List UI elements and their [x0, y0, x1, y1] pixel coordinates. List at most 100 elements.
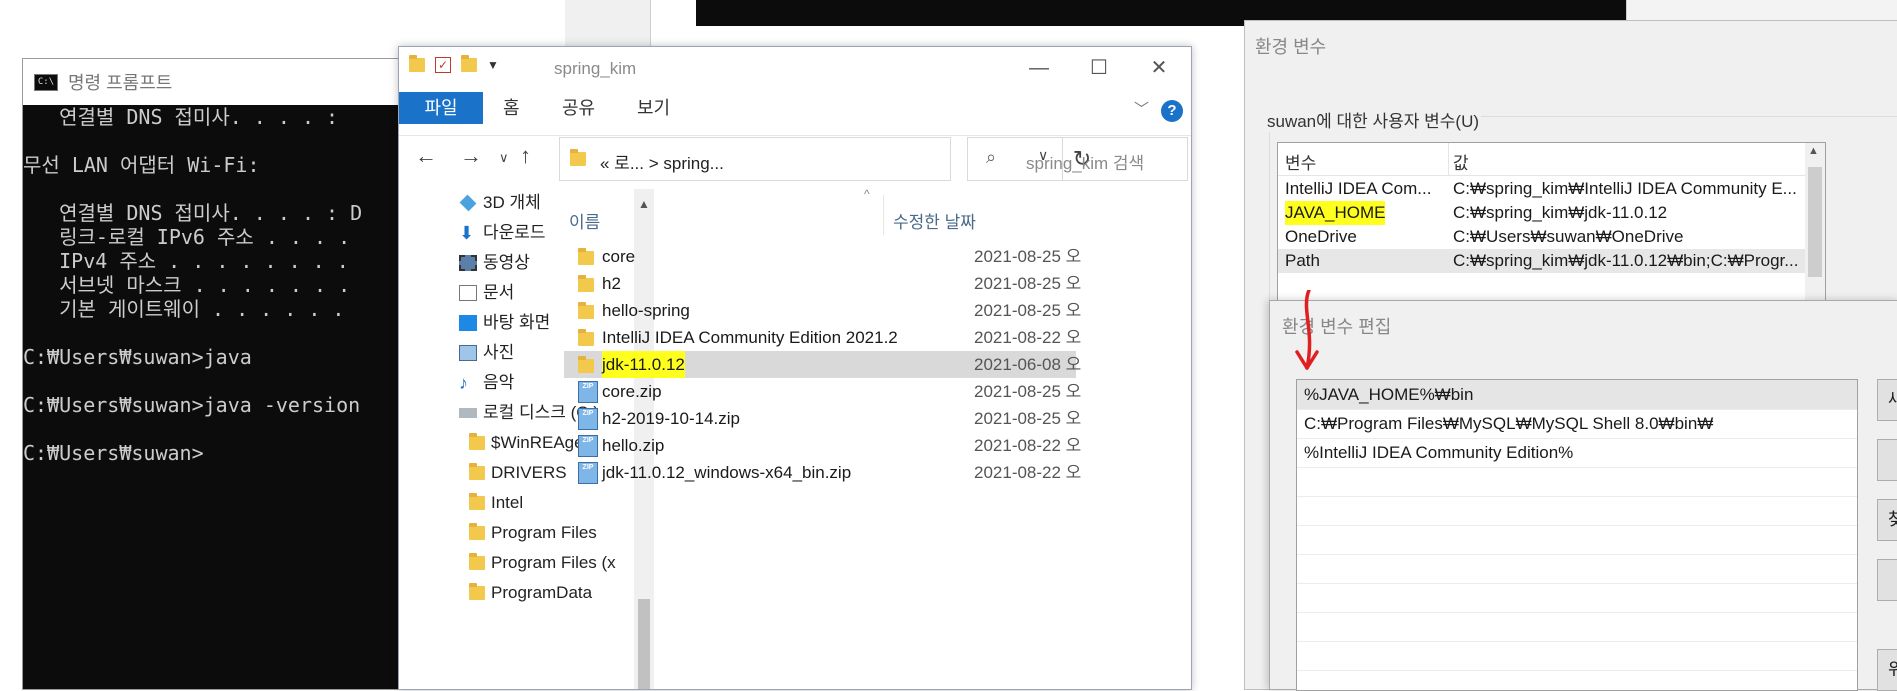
file-row[interactable]: h2 2021-08-25 오 [564, 270, 1081, 297]
file-row[interactable]: IntelliJ IDEA Community Edition 2021.2 20… [564, 324, 1081, 351]
column-header-name[interactable]: 이름 [569, 208, 600, 233]
explorer-titlebar[interactable]: ✓ ▼ spring_kim — ☐ ✕ [399, 47, 1191, 91]
list-item[interactable]: %IntelliJ IDEA Community Edition% [1297, 438, 1857, 468]
file-row[interactable]: ZIP h2-2019-10-14.zip 2021-08-25 오 [564, 405, 1081, 432]
console-line: C:₩Users₩suwan>java -version [23, 393, 361, 417]
customize-toolbar-chevron-icon[interactable]: ▼ [487, 58, 499, 72]
nav-item-3d-objects[interactable]: 3D 개체 [459, 189, 541, 217]
nav-item-folder[interactable]: Program Files [469, 519, 597, 547]
nav-item-pictures[interactable]: 사진 [459, 339, 514, 367]
tab-home[interactable]: 홈 [503, 92, 520, 124]
table-row[interactable]: IntelliJ IDEA Com... C:₩spring_kim₩Intell… [1278, 177, 1805, 201]
column-header-value[interactable]: 값 [1453, 149, 1469, 174]
file-row[interactable]: ZIP jdk-11.0.12_windows-x64_bin.zip 2021-0… [564, 459, 1081, 486]
list-item-empty[interactable] [1297, 641, 1857, 671]
nav-item-folder[interactable]: ProgramData [469, 579, 592, 607]
recent-locations-chevron-icon[interactable]: ∨ [499, 150, 509, 166]
back-arrow-icon[interactable]: ← [415, 143, 437, 169]
list-item-empty[interactable] [1297, 525, 1857, 555]
search-box[interactable]: ⌕ spring_kim 검색 [967, 137, 1188, 181]
address-bar[interactable]: « 로... > spring... ∨ ↻ [559, 137, 1091, 181]
download-icon: ⬇ [459, 223, 475, 243]
column-separator[interactable] [1448, 143, 1449, 175]
nav-item-folder[interactable]: Program Files (x [469, 549, 616, 577]
list-item-empty[interactable] [1297, 467, 1857, 497]
file-name: h2 [602, 274, 621, 293]
nav-item-folder[interactable]: DRIVERS [469, 459, 567, 487]
expand-ribbon-chevron-icon[interactable]: ﹀ [1134, 98, 1149, 119]
nav-item-music[interactable]: ♪ 음악 [459, 369, 514, 397]
cmd-titlebar[interactable]: C:\ 명령 프롬프트 [23, 59, 405, 105]
help-icon[interactable]: ? [1161, 100, 1183, 122]
folder-icon [469, 493, 485, 510]
var-value: C:₩spring_kim₩IntelliJ IDEA Community E.… [1453, 179, 1797, 198]
nav-item-documents[interactable]: 문서 [459, 279, 514, 307]
table-scrollbar-thumb[interactable] [1808, 167, 1822, 277]
file-row[interactable]: ZIP core.zip 2021-08-25 오 [564, 378, 1081, 405]
forward-arrow-icon[interactable]: → [460, 143, 482, 169]
list-item-empty[interactable] [1297, 583, 1857, 613]
cmd-console[interactable]: 연결별 DNS 접미사. . . . : 무선 LAN 어댑터 Wi-Fi: 연… [23, 105, 405, 689]
console-line: C:₩Users₩suwan>java [23, 345, 252, 369]
breadcrumb[interactable]: « 로... > spring... [600, 149, 724, 174]
file-row[interactable]: hello-spring 2021-08-25 오 [564, 297, 1081, 324]
cmd-title: 명령 프롬프트 [68, 73, 173, 93]
path-entry: %IntelliJ IDEA Community Edition% [1304, 443, 1574, 462]
file-row[interactable]: ZIP hello.zip 2021-08-22 오 [564, 432, 1081, 459]
list-item-empty[interactable] [1297, 496, 1857, 526]
tab-file[interactable]: 파일 [399, 92, 483, 124]
delete-button[interactable] [1877, 559, 1897, 601]
list-item[interactable]: C:₩Program Files₩MySQL₩MySQL Shell 8.0₩b… [1297, 409, 1857, 439]
nav-scrollbar-thumb[interactable] [638, 599, 650, 689]
nav-label: DRIVERS [491, 463, 567, 482]
background-window-right [1626, 0, 1897, 22]
column-separator[interactable] [883, 195, 884, 235]
maximize-button[interactable]: ☐ [1079, 55, 1119, 81]
edit-env-var-dialog[interactable]: 환경 변수 편집 %JAVA_HOME%₩bin C:₩Program File… [1269, 300, 1897, 691]
minimize-button[interactable]: — [1019, 55, 1059, 81]
file-name: hello-spring [602, 301, 690, 320]
scroll-up-icon[interactable]: ▲ [1808, 145, 1819, 157]
properties-icon[interactable]: ✓ [435, 57, 451, 73]
nav-item-downloads[interactable]: ⬇ 다운로드 [459, 219, 546, 247]
file-row-selected[interactable]: jdk-11.0.12 2021-06-08 오 [564, 351, 1081, 378]
folder-icon [469, 433, 485, 450]
scroll-up-icon[interactable]: ▲ [638, 197, 650, 211]
table-row[interactable]: OneDrive C:₩Users₩suwan₩OneDrive [1278, 225, 1805, 249]
browse-button[interactable]: 찾 [1877, 499, 1897, 541]
folder-icon [469, 463, 485, 480]
search-input[interactable]: spring_kim 검색 [1026, 149, 1144, 174]
nav-item-videos[interactable]: 동영상 [459, 249, 530, 277]
new-button[interactable]: 새 [1877, 379, 1897, 421]
up-arrow-icon[interactable]: ↑ [520, 143, 531, 169]
nav-label: 음악 [483, 373, 515, 392]
column-header-variable[interactable]: 변수 [1285, 149, 1316, 174]
zip-icon: ZIP [578, 381, 598, 403]
list-item-empty[interactable] [1297, 554, 1857, 584]
new-folder-icon[interactable] [461, 55, 477, 72]
sort-ascending-icon: ^ [864, 187, 870, 201]
file-date: 2021-08-25 오 [974, 409, 1082, 428]
tab-share[interactable]: 공유 [562, 92, 595, 124]
column-header-date[interactable]: 수정한 날짜 [893, 208, 976, 233]
document-icon [459, 285, 477, 301]
path-entries-list[interactable]: %JAVA_HOME%₩bin C:₩Program Files₩MySQL₩M… [1296, 379, 1858, 691]
edit-button[interactable] [1877, 439, 1897, 481]
nav-item-desktop[interactable]: 바탕 화면 [459, 309, 550, 337]
cmd-window[interactable]: C:\ 명령 프롬프트 연결별 DNS 접미사. . . . : 무선 LAN … [22, 58, 406, 690]
close-button[interactable]: ✕ [1139, 55, 1179, 81]
desktop-icon [459, 315, 477, 331]
file-name: jdk-11.0.12_windows-x64_bin.zip [602, 463, 852, 482]
nav-item-folder[interactable]: Intel [469, 489, 523, 517]
file-row[interactable]: core 2021-08-25 오 [564, 243, 1081, 270]
list-item-selected[interactable]: %JAVA_HOME%₩bin [1297, 380, 1857, 410]
list-item-empty[interactable] [1297, 612, 1857, 642]
music-icon: ♪ [459, 373, 468, 393]
nav-label: 바탕 화면 [483, 313, 551, 332]
picture-icon [459, 345, 477, 361]
move-up-button[interactable]: 위 [1877, 649, 1897, 691]
table-row-selected[interactable]: Path C:₩spring_kim₩jdk-11.0.12₩bin;C:₩Pro… [1278, 249, 1805, 273]
explorer-window[interactable]: ✓ ▼ spring_kim — ☐ ✕ 파일 홈 공유 보기 ﹀ ? ← → … [398, 46, 1192, 690]
table-row[interactable]: JAVA_HOME C:₩spring_kim₩jdk-11.0.12 [1278, 201, 1805, 225]
tab-view[interactable]: 보기 [637, 92, 670, 124]
